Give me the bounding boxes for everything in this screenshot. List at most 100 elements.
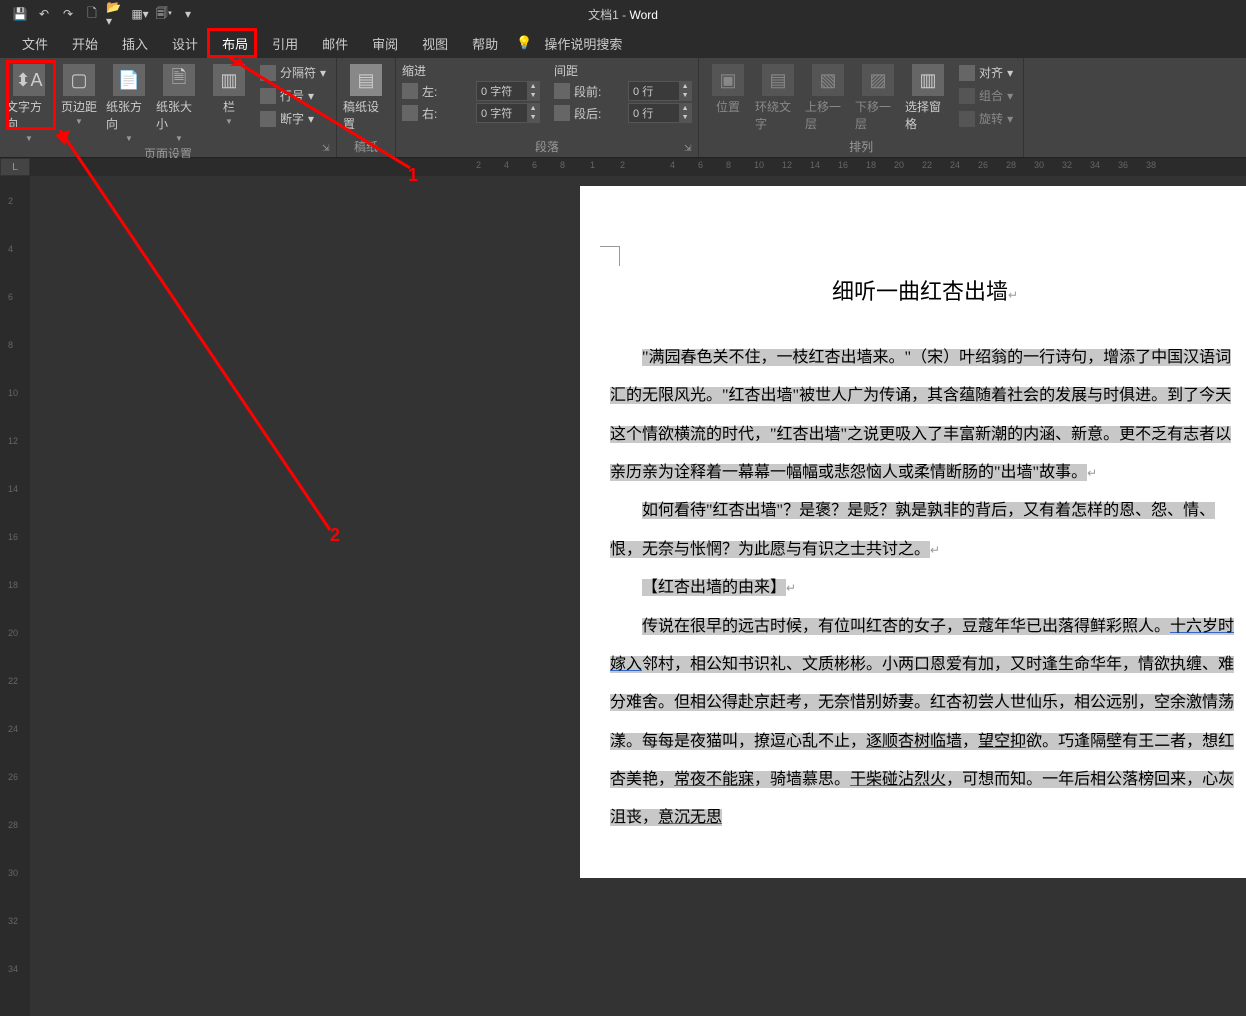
- paragraph-2: 如何看待"红杏出墙"？是褒？是贬？孰是孰非的背后，又有着怎样的恩、怨、情、恨，无…: [610, 492, 1240, 569]
- hyphenation-icon: [260, 111, 276, 127]
- selection-pane-icon: ▥: [912, 64, 944, 96]
- spin-up-icon[interactable]: ▲: [679, 82, 691, 91]
- size-icon: 🗎: [163, 64, 195, 96]
- indent-heading: 缩进: [402, 62, 540, 79]
- selection-pane-button[interactable]: ▥ 选择窗格: [905, 62, 951, 132]
- redo-icon[interactable]: ↷: [58, 4, 78, 24]
- tab-review[interactable]: 审阅: [360, 28, 410, 59]
- bring-forward-icon: ▧: [812, 64, 844, 96]
- columns-button[interactable]: ▥ 栏▼: [206, 62, 252, 126]
- new-doc-icon[interactable]: 🗋: [82, 4, 102, 24]
- wrap-text-icon: ▤: [762, 64, 794, 96]
- chevron-down-icon: ▼: [25, 134, 33, 143]
- align-button[interactable]: 对齐 ▾: [955, 62, 1017, 83]
- chevron-down-icon: ▼: [225, 117, 233, 126]
- save-icon[interactable]: 💾: [10, 4, 30, 24]
- crop-mark-icon: [600, 246, 620, 266]
- tab-design[interactable]: 设计: [160, 28, 210, 59]
- group-paragraph: 缩进 左: ▲▼ 右: ▲▼ 间距 段前: ▲▼: [396, 58, 699, 157]
- align-icon: [959, 65, 975, 81]
- ruler-area: L 86421246810121416182022242628303234363…: [0, 158, 1246, 176]
- paragraph-1: "满园春色关不住，一枝红杏出墙来。"（宋）叶绍翁的一行诗句，增添了中国汉语词汇的…: [610, 339, 1240, 493]
- manuscript-settings-button[interactable]: ▤ 稿纸设置: [343, 62, 389, 132]
- indent-left-icon: [402, 83, 418, 99]
- tab-view[interactable]: 视图: [410, 28, 460, 59]
- tab-layout[interactable]: 布局: [210, 28, 260, 59]
- bring-forward-button: ▧ 上移一层: [805, 62, 851, 132]
- space-after-icon: [554, 105, 570, 121]
- indent-right-icon: [402, 105, 418, 121]
- chevron-down-icon: ▼: [75, 117, 83, 126]
- space-before-input[interactable]: [629, 85, 679, 97]
- horizontal-ruler[interactable]: 864212468101214161820222426283032343638: [30, 158, 1246, 176]
- chevron-down-icon: ▼: [125, 134, 133, 143]
- group-page-setup: ⬍A 文字方向▼ ▢ 页边距▼ 📄 纸张方向▼ 🗎 纸张大小▼ ▥ 栏▼ 分隔符…: [0, 58, 337, 157]
- line-numbers-icon: [260, 88, 276, 104]
- quick-access-toolbar: 💾 ↶ ↷ 🗋 📂▾ ▦▾ 🗐▾ ▾: [0, 4, 198, 24]
- spin-up-icon[interactable]: ▲: [527, 82, 539, 91]
- text-direction-button[interactable]: ⬍A 文字方向▼: [6, 62, 52, 143]
- chevron-down-icon: ▼: [175, 134, 183, 143]
- group-arrange: ▣ 位置 ▤ 环绕文字 ▧ 上移一层 ▨ 下移一层 ▥ 选择窗格 对齐 ▾ 组合…: [699, 58, 1024, 157]
- tab-home[interactable]: 开始: [60, 28, 110, 59]
- tab-mailings[interactable]: 邮件: [310, 28, 360, 59]
- preview-icon[interactable]: ▦▾: [130, 4, 150, 24]
- line-numbers-button[interactable]: 行号 ▾: [256, 85, 330, 106]
- position-button: ▣ 位置: [705, 62, 751, 115]
- indent-left-spinner[interactable]: ▲▼: [476, 81, 540, 101]
- hyphenation-button[interactable]: 断字 ▾: [256, 108, 330, 129]
- rotate-button: 旋转 ▾: [955, 108, 1017, 129]
- tab-references[interactable]: 引用: [260, 28, 310, 59]
- space-after-spinner[interactable]: ▲▼: [628, 103, 692, 123]
- tab-insert[interactable]: 插入: [110, 28, 160, 59]
- page-setup-dialog-launcher[interactable]: ⇲: [322, 143, 334, 155]
- tab-help[interactable]: 帮助: [460, 28, 510, 59]
- spin-down-icon[interactable]: ▼: [527, 113, 539, 122]
- send-backward-icon: ▨: [862, 64, 894, 96]
- margins-button[interactable]: ▢ 页边距▼: [56, 62, 102, 126]
- spin-up-icon[interactable]: ▲: [527, 104, 539, 113]
- breaks-button[interactable]: 分隔符 ▾: [256, 62, 330, 83]
- tell-me-search[interactable]: 操作说明搜索: [532, 28, 634, 59]
- print-icon[interactable]: 🗐▾: [154, 4, 174, 24]
- paragraph-4: 传说在很早的远古时候，有位叫红杏的女子，豆蔻年华已出落得鲜彩照人。十六岁时嫁入邻…: [610, 608, 1240, 838]
- rotate-icon: [959, 111, 975, 127]
- app-name: Word: [629, 8, 657, 22]
- window-title: 文档1 - Word: [588, 6, 658, 23]
- spin-up-icon[interactable]: ▲: [679, 104, 691, 113]
- text-direction-icon: ⬍A: [13, 64, 45, 96]
- margins-icon: ▢: [63, 64, 95, 96]
- indent-right-input[interactable]: [477, 107, 527, 119]
- spin-down-icon[interactable]: ▼: [527, 91, 539, 100]
- group-label-paragraph: 段落: [402, 136, 692, 155]
- spin-down-icon[interactable]: ▼: [679, 113, 691, 122]
- size-button[interactable]: 🗎 纸张大小▼: [156, 62, 202, 143]
- group-label-manuscript: 稿纸: [343, 136, 389, 155]
- spacing-heading: 间距: [554, 62, 692, 79]
- group-manuscript: ▤ 稿纸设置 稿纸: [337, 58, 396, 157]
- workspace: 246810121416182022242628303234 细听一曲红杏出墙↵…: [0, 176, 1246, 1016]
- indent-right-spinner[interactable]: ▲▼: [476, 103, 540, 123]
- tab-file[interactable]: 文件: [10, 28, 60, 59]
- position-icon: ▣: [712, 64, 744, 96]
- orientation-button[interactable]: 📄 纸张方向▼: [106, 62, 152, 143]
- vertical-ruler[interactable]: 246810121416182022242628303234: [0, 176, 30, 1016]
- columns-icon: ▥: [213, 64, 245, 96]
- paragraph-dialog-launcher[interactable]: ⇲: [684, 143, 696, 155]
- paragraph-3: 【红杏出墙的由来】↵: [610, 569, 1240, 607]
- title-bar: 💾 ↶ ↷ 🗋 📂▾ ▦▾ 🗐▾ ▾ 文档1 - Word: [0, 0, 1246, 28]
- open-icon[interactable]: 📂▾: [106, 4, 126, 24]
- spin-down-icon[interactable]: ▼: [679, 91, 691, 100]
- send-backward-button: ▨ 下移一层: [855, 62, 901, 132]
- document-area[interactable]: 细听一曲红杏出墙↵ "满园春色关不住，一枝红杏出墙来。"（宋）叶绍翁的一行诗句，…: [30, 176, 1246, 1016]
- tell-me-icon[interactable]: 💡: [516, 35, 532, 51]
- annotation-label-2: 2: [330, 525, 340, 546]
- indent-left-input[interactable]: [477, 85, 527, 97]
- space-after-input[interactable]: [629, 107, 679, 119]
- group-objects-button: 组合 ▾: [955, 85, 1017, 106]
- undo-icon[interactable]: ↶: [34, 4, 54, 24]
- wrap-text-button: ▤ 环绕文字: [755, 62, 801, 132]
- space-before-spinner[interactable]: ▲▼: [628, 81, 692, 101]
- doc-name: 文档1: [588, 8, 619, 22]
- qat-customize-icon[interactable]: ▾: [178, 4, 198, 24]
